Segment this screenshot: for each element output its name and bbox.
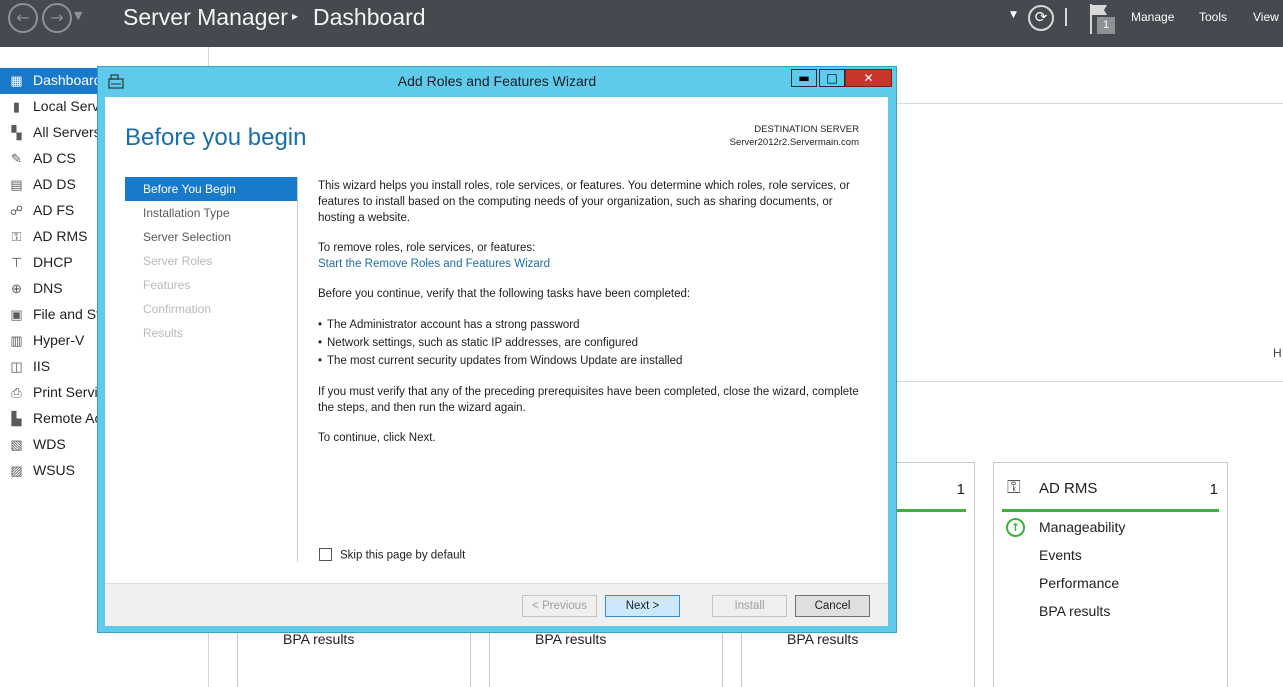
role-tile-ad-rms[interactable]: ⚿ AD RMS 1 ↑ Manageability Events Perfor… <box>993 462 1228 687</box>
print-icon: ⎙ <box>11 385 22 400</box>
close-button[interactable]: ✕ <box>845 69 892 87</box>
wizard-title: Add Roles and Features Wizard <box>397 73 597 89</box>
add-roles-wizard-dialog: Add Roles and Features Wizard ▬ □ ✕ Befo… <box>97 66 897 633</box>
continue-text: To continue, click Next. <box>318 432 436 444</box>
ad-rms-icon: ⚿ <box>1007 477 1021 498</box>
ad-fs-icon: ☍ <box>9 203 24 218</box>
main-section-divider <box>896 381 1283 382</box>
list-item: The most current security updates from W… <box>318 352 868 370</box>
dhcp-icon: ⊤ <box>10 255 23 270</box>
intro-text: This wizard helps you install roles, rol… <box>318 180 850 224</box>
notification-badge: 1 <box>1097 17 1115 34</box>
skip-page-label: Skip this page by default <box>340 549 466 562</box>
tile-row-manageability[interactable]: Manageability <box>1039 519 1125 535</box>
wizard-steps-nav: Before You Begin Installation Type Serve… <box>125 177 297 345</box>
step-installation-type[interactable]: Installation Type <box>125 201 297 225</box>
wizard-body: Before you begin DESTINATION SERVER Serv… <box>105 97 888 626</box>
steps-divider <box>297 177 298 562</box>
dashboard-grid-icon: ▦ <box>10 73 23 88</box>
ad-ds-icon: ▤ <box>10 177 23 192</box>
destination-server-label: DESTINATION SERVER <box>754 124 859 135</box>
menu-tools[interactable]: Tools <box>1199 10 1227 24</box>
ad-rms-icon: ⚿ <box>11 229 22 244</box>
remote-access-icon: ▙ <box>11 411 22 426</box>
step-before-you-begin[interactable]: Before You Begin <box>125 177 297 201</box>
tile-row-bpa-results[interactable]: BPA results <box>1039 603 1110 619</box>
step-server-roles: Server Roles <box>143 254 213 268</box>
install-button[interactable]: Install <box>712 595 787 617</box>
toolbar-divider <box>1065 8 1067 26</box>
refresh-dropdown-icon[interactable]: ▼ <box>1010 10 1017 20</box>
remove-wizard-link[interactable]: Start the Remove Roles and Features Wiza… <box>318 256 868 272</box>
menu-view[interactable]: View <box>1253 10 1279 24</box>
previous-button[interactable]: < Previous <box>522 595 597 617</box>
tile-row-bpa-results[interactable]: BPA results <box>283 631 354 647</box>
prereq-text: If you must verify that any of the prece… <box>318 386 859 414</box>
tile-row-performance[interactable]: Performance <box>1039 575 1119 591</box>
next-button[interactable]: Next > <box>605 595 680 617</box>
ad-cs-icon: ✎ <box>11 151 22 166</box>
wds-icon: ▧ <box>10 437 23 452</box>
tile-title: AD RMS <box>1039 480 1098 497</box>
tile-row-bpa-results[interactable]: BPA results <box>787 631 858 647</box>
tile-row-events[interactable]: Events <box>1039 547 1082 563</box>
step-server-selection[interactable]: Server Selection <box>125 225 297 249</box>
dns-icon: ⊕ <box>11 281 22 296</box>
list-item: The Administrator account has a strong p… <box>318 316 868 334</box>
destination-server-name: Server2012r2.Servermain.com <box>729 137 859 148</box>
step-confirmation: Confirmation <box>143 302 212 316</box>
tile-count: 1 <box>1209 481 1218 498</box>
wsus-icon: ▨ <box>10 463 23 478</box>
hyper-v-icon: ▥ <box>10 333 23 348</box>
tile-status-bar <box>1002 509 1219 512</box>
local-server-icon: ▮ <box>12 99 21 114</box>
step-results: Results <box>143 326 184 340</box>
title-bar: ← → ▼ Server Manager ▸ Dashboard ▼ ⟳ 1 M… <box>0 0 1283 47</box>
minimize-button[interactable]: ▬ <box>791 69 817 87</box>
step-features: Features <box>143 278 191 292</box>
page-title: Dashboard <box>313 4 426 30</box>
forward-arrow-icon[interactable]: → <box>42 3 72 33</box>
list-item: Network settings, such as static IP addr… <box>318 334 868 352</box>
wizard-footer: < Previous Next > Install Cancel <box>105 583 888 626</box>
app-title: Server Manager <box>123 4 288 30</box>
clipped-text: H <box>1273 346 1282 360</box>
refresh-icon[interactable]: ⟳ <box>1028 5 1054 31</box>
all-servers-icon: ▚ <box>11 125 22 140</box>
remove-label: To remove roles, role services, or featu… <box>318 242 536 254</box>
verify-text: Before you continue, verify that the fol… <box>318 288 691 300</box>
wizard-heading: Before you begin <box>125 124 307 151</box>
skip-page-checkbox[interactable] <box>319 548 332 561</box>
wizard-content: This wizard helps you install roles, rol… <box>318 178 868 460</box>
maximize-button[interactable]: □ <box>819 69 845 87</box>
menu-manage[interactable]: Manage <box>1131 10 1174 24</box>
iis-icon: ◫ <box>10 359 23 374</box>
file-storage-icon: ▣ <box>10 307 23 322</box>
history-dropdown-icon[interactable]: ▼ <box>74 9 82 22</box>
breadcrumb-separator: ▸ <box>292 9 299 23</box>
cancel-button[interactable]: Cancel <box>795 595 870 617</box>
wizard-title-bar[interactable]: Add Roles and Features Wizard ▬ □ ✕ <box>98 67 896 97</box>
back-arrow-icon[interactable]: ← <box>8 3 38 33</box>
status-ok-icon: ↑ <box>1006 518 1025 537</box>
tile-count: 1 <box>956 481 965 498</box>
task-list: The Administrator account has a strong p… <box>318 316 868 370</box>
skip-page-row[interactable]: Skip this page by default <box>319 548 466 562</box>
tile-row-bpa-results[interactable]: BPA results <box>535 631 606 647</box>
